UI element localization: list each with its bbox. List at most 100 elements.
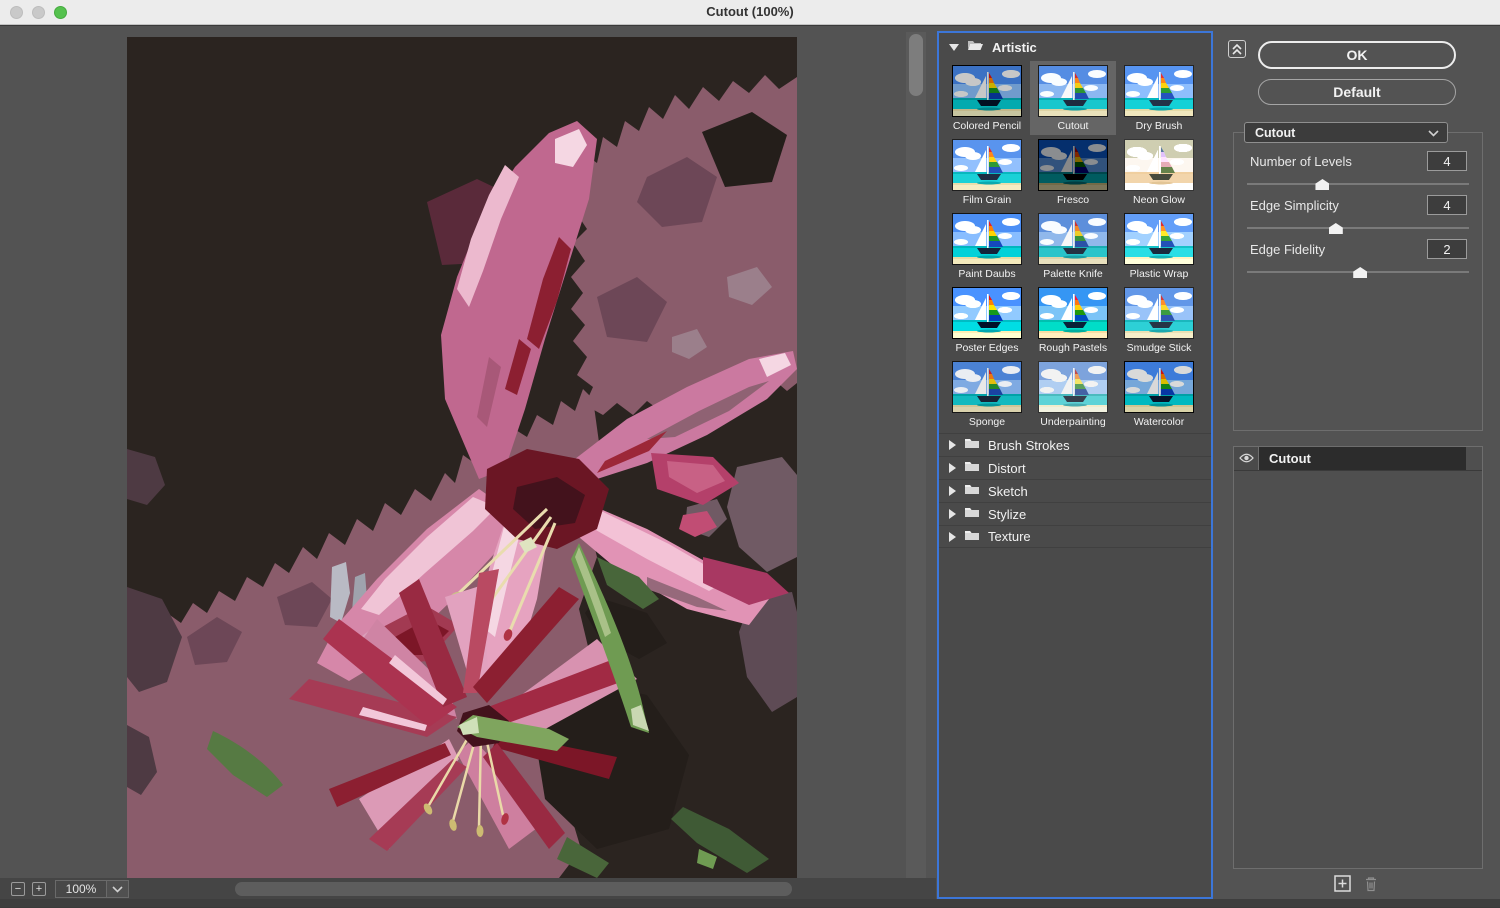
chevron-down-icon bbox=[1428, 124, 1439, 142]
preview-statusbar: − + 100% bbox=[0, 878, 936, 900]
settings-panel: OK Default Cutout Number of Levels4Edge … bbox=[1213, 26, 1500, 908]
filter-thumb-label: Rough Pastels bbox=[1039, 342, 1107, 354]
slider-track[interactable] bbox=[1247, 271, 1469, 273]
filter-thumb-label: Paint Daubs bbox=[958, 268, 1015, 280]
filter-thumb-preview bbox=[952, 139, 1022, 191]
slider-number-of-levels: Number of Levels 4 bbox=[1247, 147, 1469, 191]
zoom-level-select[interactable]: 100% bbox=[55, 880, 129, 898]
slider-edge-fidelity: Edge Fidelity 2 bbox=[1247, 235, 1469, 279]
delete-effect-layer-button[interactable] bbox=[1363, 875, 1379, 895]
filter-thumb-neon-glow[interactable]: Neon Glow bbox=[1116, 135, 1202, 209]
expand-arrow-icon bbox=[949, 463, 956, 473]
expand-arrow-icon bbox=[949, 509, 956, 519]
filter-thumb-sponge[interactable]: Sponge bbox=[944, 357, 1030, 431]
filter-thumb-colored-pencil[interactable]: Colored Pencil bbox=[944, 61, 1030, 135]
filter-thumb-preview bbox=[952, 287, 1022, 339]
preview-vertical-scrollbar[interactable] bbox=[906, 32, 926, 878]
zoom-in-button[interactable]: + bbox=[32, 882, 46, 896]
slider-track[interactable] bbox=[1247, 227, 1469, 229]
filter-thumb-preview bbox=[1038, 213, 1108, 265]
zoom-out-button[interactable]: − bbox=[11, 882, 25, 896]
effect-layers-panel: Cutout bbox=[1233, 446, 1483, 869]
expand-arrow-icon bbox=[949, 440, 956, 450]
filter-thumb-dry-brush[interactable]: Dry Brush bbox=[1116, 61, 1202, 135]
filter-thumb-preview bbox=[952, 65, 1022, 117]
category-sketch[interactable]: Sketch bbox=[939, 479, 1211, 502]
filter-thumb-cutout[interactable]: Cutout bbox=[1030, 61, 1116, 135]
filter-thumb-smudge-stick[interactable]: Smudge Stick bbox=[1116, 283, 1202, 357]
filter-thumb-preview bbox=[1124, 213, 1194, 265]
layer-visibility-toggle[interactable] bbox=[1234, 447, 1259, 470]
filter-thumb-palette-knife[interactable]: Palette Knife bbox=[1030, 209, 1116, 283]
slider-thumb[interactable] bbox=[1353, 267, 1367, 278]
preview-horizontal-scrollbar[interactable] bbox=[235, 882, 792, 896]
filter-select[interactable]: Cutout bbox=[1244, 122, 1448, 143]
preview-image bbox=[127, 37, 797, 878]
category-stylize[interactable]: Stylize bbox=[939, 502, 1211, 525]
category-artistic[interactable]: Artistic bbox=[939, 33, 1211, 61]
slider-value-field[interactable]: 4 bbox=[1427, 195, 1467, 215]
category-label: Brush Strokes bbox=[988, 438, 1070, 453]
layer-actions bbox=[1213, 875, 1500, 895]
filter-gallery-window: Cutout (100%) bbox=[0, 0, 1500, 907]
filter-thumb-preview bbox=[1124, 139, 1194, 191]
slider-value-field[interactable]: 2 bbox=[1427, 239, 1467, 259]
category-label: Artistic bbox=[992, 40, 1037, 55]
folder-closed-icon bbox=[964, 482, 980, 500]
filter-thumb-preview bbox=[1124, 65, 1194, 117]
filter-thumb-label: Watercolor bbox=[1134, 416, 1184, 428]
folder-closed-icon bbox=[964, 505, 980, 523]
filter-thumb-preview bbox=[1038, 139, 1108, 191]
layer-name: Cutout bbox=[1259, 447, 1466, 470]
default-button[interactable]: Default bbox=[1258, 79, 1456, 105]
filter-thumb-label: Smudge Stick bbox=[1127, 342, 1192, 354]
filter-thumb-fresco[interactable]: Fresco bbox=[1030, 135, 1116, 209]
dialog-content: − + 100% Artistic Colored PencilCutoutDr bbox=[0, 25, 1500, 907]
filter-thumb-paint-daubs[interactable]: Paint Daubs bbox=[944, 209, 1030, 283]
filter-thumb-watercolor[interactable]: Watercolor bbox=[1116, 357, 1202, 431]
filter-thumb-plastic-wrap[interactable]: Plastic Wrap bbox=[1116, 209, 1202, 283]
filter-thumb-preview bbox=[952, 213, 1022, 265]
filter-thumb-rough-pastels[interactable]: Rough Pastels bbox=[1030, 283, 1116, 357]
filter-thumb-preview bbox=[1038, 65, 1108, 117]
sliders: Number of Levels4Edge Simplicity4Edge Fi… bbox=[1234, 147, 1482, 279]
category-brush-strokes[interactable]: Brush Strokes bbox=[939, 433, 1211, 456]
collapse-panel-button[interactable] bbox=[1228, 40, 1246, 58]
category-label: Texture bbox=[988, 529, 1031, 544]
filter-thumb-label: Neon Glow bbox=[1133, 194, 1185, 206]
new-effect-layer-button[interactable] bbox=[1334, 875, 1351, 895]
window-title: Cutout (100%) bbox=[0, 4, 1500, 19]
slider-thumb[interactable] bbox=[1329, 223, 1343, 234]
slider-label: Edge Fidelity bbox=[1250, 242, 1325, 257]
filter-thumb-label: Palette Knife bbox=[1043, 268, 1103, 280]
filter-thumb-label: Colored Pencil bbox=[953, 120, 1021, 132]
window-bottom-edge bbox=[0, 899, 1500, 907]
ok-button[interactable]: OK bbox=[1258, 41, 1456, 69]
slider-edge-simplicity: Edge Simplicity4 bbox=[1247, 191, 1469, 235]
category-label: Sketch bbox=[988, 484, 1028, 499]
layer-scroll-gutter bbox=[1466, 447, 1482, 470]
expand-arrow-icon bbox=[949, 532, 956, 542]
slider-label: Number of Levels bbox=[1250, 154, 1352, 169]
vertical-scrollbar-thumb[interactable] bbox=[909, 34, 923, 96]
slider-track[interactable] bbox=[1247, 183, 1469, 185]
filter-gallery-panel: Artistic Colored Pencil CutoutDry Brush Fi… bbox=[937, 31, 1213, 899]
zoom-level-value: 100% bbox=[56, 881, 106, 897]
filter-thumb-film-grain[interactable]: Film Grain bbox=[944, 135, 1030, 209]
filter-thumb-poster-edges[interactable]: Poster Edges bbox=[944, 283, 1030, 357]
category-texture[interactable]: Texture bbox=[939, 525, 1211, 548]
filter-thumb-label: Plastic Wrap bbox=[1130, 268, 1189, 280]
category-label: Stylize bbox=[988, 507, 1026, 522]
eye-icon bbox=[1239, 450, 1254, 468]
filter-thumb-preview bbox=[1124, 361, 1194, 413]
window-titlebar: Cutout (100%) bbox=[0, 0, 1500, 25]
slider-value-field[interactable]: 4 bbox=[1427, 151, 1467, 171]
slider-thumb[interactable] bbox=[1315, 179, 1329, 190]
category-label: Distort bbox=[988, 461, 1026, 476]
filter-thumb-preview bbox=[1124, 287, 1194, 339]
chevron-down-icon bbox=[106, 881, 128, 897]
filter-select-value: Cutout bbox=[1255, 126, 1428, 140]
category-distort[interactable]: Distort bbox=[939, 456, 1211, 479]
effect-layer-row[interactable]: Cutout bbox=[1234, 447, 1482, 471]
filter-thumb-underpainting[interactable]: Underpainting bbox=[1030, 357, 1116, 431]
